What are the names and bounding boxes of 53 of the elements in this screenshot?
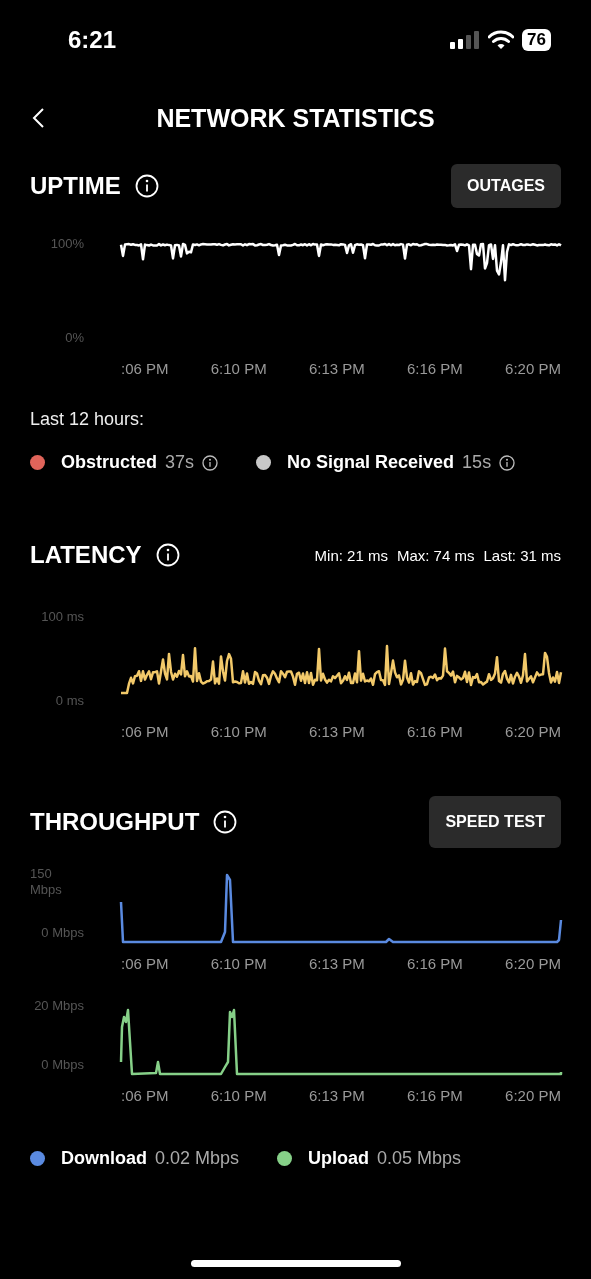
x-axis-label: :06 PM	[121, 360, 169, 377]
x-axis-label: 6:16 PM	[407, 1087, 463, 1104]
legend-value: 0.02 Mbps	[155, 1148, 240, 1169]
x-axis-label: 6:13 PM	[308, 1087, 365, 1104]
x-axis-label: 6:10 PM	[210, 955, 267, 972]
latency-stat: Min: 21 ms	[314, 546, 388, 564]
x-axis-label: 6:20 PM	[505, 955, 561, 972]
x-axis-label: 6:16 PM	[407, 955, 463, 972]
outages-button[interactable]: OUTAGES	[451, 164, 561, 208]
wifi-icon	[488, 30, 515, 50]
x-axis-label: 6:13 PM	[308, 955, 365, 972]
y-axis-label: 0%	[65, 330, 84, 346]
x-axis-label: 6:13 PM	[308, 723, 365, 740]
x-axis-label: 6:10 PM	[210, 360, 267, 377]
y-axis-label: 20 Mbps	[34, 998, 84, 1014]
page-title: NETWORK STATISTICS	[156, 103, 435, 133]
x-axis-label: 6:10 PM	[210, 723, 267, 740]
x-axis-label: 6:20 PM	[505, 723, 561, 740]
y-axis-label: 100%	[50, 236, 84, 252]
y-axis-label: 0 Mbps	[41, 925, 84, 941]
x-axis-label: :06 PM	[121, 955, 169, 972]
y-axis-label: 100 ms	[41, 609, 84, 625]
legend-label: Download	[61, 1148, 147, 1169]
y-axis-label: 150 Mbps	[30, 866, 63, 898]
period-label: Last 12 hours:	[29, 409, 146, 430]
x-axis-label: 6:20 PM	[505, 1087, 561, 1104]
section-title: UPTIME	[30, 172, 121, 200]
back-chevron-icon[interactable]	[31, 107, 45, 129]
latency-stat: Last: 31 ms	[483, 546, 561, 564]
legend-label: Obstructed	[61, 452, 157, 473]
x-axis-label: :06 PM	[121, 1087, 169, 1104]
legend-label: No Signal Received	[287, 452, 455, 473]
info-icon[interactable]	[202, 454, 219, 471]
y-axis-label: 0 ms	[55, 693, 84, 709]
section-title: LATENCY	[30, 541, 142, 569]
x-axis-label: :06 PM	[121, 723, 169, 740]
x-axis-label: 6:16 PM	[407, 360, 463, 377]
x-axis-label: 6:10 PM	[210, 1087, 267, 1104]
x-axis-label: 6:20 PM	[505, 360, 561, 377]
signal-icon	[450, 30, 481, 50]
x-axis-label: 6:16 PM	[407, 723, 463, 740]
section-title: THROUGHPUT	[30, 808, 200, 836]
x-axis-label: 6:13 PM	[308, 360, 365, 377]
info-icon[interactable]	[499, 454, 516, 471]
legend-value: 0.05 Mbps	[377, 1148, 462, 1169]
speed-test-button[interactable]: SPEED TEST	[429, 796, 561, 848]
latency-stat: Max: 74 ms	[396, 546, 475, 564]
legend-label: Upload	[308, 1148, 370, 1169]
legend-value: 15s	[462, 452, 492, 473]
legend-value: 37s	[165, 452, 195, 473]
battery-indicator: 76	[522, 29, 551, 51]
status-time: 6:21	[68, 26, 117, 54]
y-axis-label: 0 Mbps	[41, 1057, 84, 1073]
